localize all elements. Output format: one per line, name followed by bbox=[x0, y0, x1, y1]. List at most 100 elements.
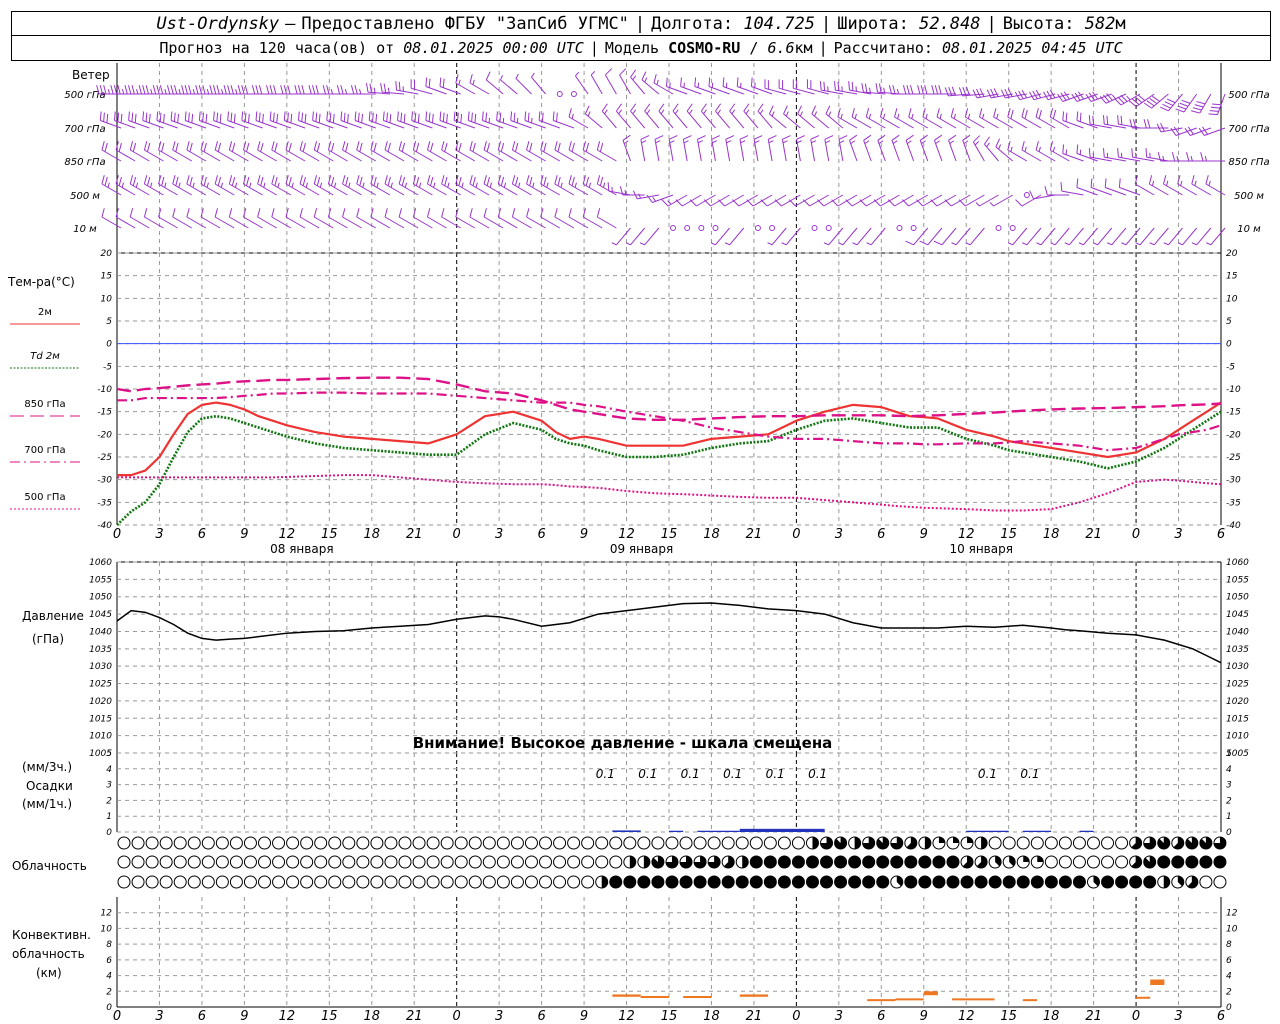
wind-barb bbox=[1117, 148, 1141, 162]
wind-barb-flag bbox=[931, 85, 935, 95]
cloud-fill-full bbox=[834, 856, 847, 868]
precip-ytick-left: 3 bbox=[106, 781, 112, 791]
temp-ytick-left: -20 bbox=[97, 430, 112, 440]
wind-barb bbox=[975, 194, 999, 207]
wind-barb bbox=[746, 194, 773, 207]
wind-barb-flag bbox=[546, 182, 549, 188]
wind-barb-flag bbox=[302, 176, 306, 186]
cloud-symbol bbox=[1086, 855, 1100, 869]
wind-barb-flag bbox=[683, 140, 689, 144]
cloud-circle bbox=[440, 836, 454, 850]
cloud-fill-full bbox=[1031, 876, 1044, 888]
wind-barb-flag bbox=[398, 208, 402, 218]
wind-barb bbox=[630, 69, 646, 95]
wind-barb-flag bbox=[1029, 190, 1034, 200]
wind-barb-flag bbox=[142, 111, 145, 121]
cloud-circle bbox=[482, 855, 496, 869]
cloud-symbol bbox=[1213, 855, 1227, 869]
wind-barb-flag bbox=[938, 85, 942, 95]
temp-ytick-left: 0 bbox=[106, 340, 112, 350]
wind-barb-flag bbox=[849, 134, 858, 141]
wind-barb-flag bbox=[641, 140, 647, 144]
cloud-circle bbox=[791, 836, 805, 850]
wind-barb-flag bbox=[442, 78, 445, 88]
conv-ytick-left: 8 bbox=[106, 940, 112, 950]
wind-barb-flag bbox=[661, 199, 669, 207]
cloud-circle bbox=[595, 855, 609, 869]
precip-ytick-right: 0 bbox=[1226, 828, 1232, 838]
wind-barb bbox=[615, 103, 631, 129]
wind-barb-flag bbox=[1131, 148, 1134, 158]
cloud-fill-full bbox=[609, 876, 622, 888]
conv-xtick: 15 bbox=[321, 1009, 338, 1024]
cloud-symbol bbox=[791, 875, 805, 889]
cloud-symbol bbox=[1016, 855, 1030, 869]
cloud-circle bbox=[272, 855, 286, 869]
cloud-symbol bbox=[581, 875, 595, 889]
wind-barb bbox=[797, 105, 815, 129]
wind-barb-flag bbox=[935, 140, 940, 145]
pressure-ytick-right: 1045 bbox=[1226, 610, 1249, 620]
temp-ytick-left: -25 bbox=[97, 453, 112, 463]
wind-barb-flag bbox=[668, 135, 678, 140]
cloud-fill-full bbox=[680, 876, 693, 888]
cloud-symbol bbox=[595, 875, 609, 889]
cloud-symbol bbox=[918, 836, 932, 850]
wind-barb bbox=[1143, 119, 1169, 129]
conv-ytick-left: 10 bbox=[101, 924, 113, 934]
wind-barb-flag bbox=[313, 141, 318, 151]
wind-barb-flag bbox=[680, 77, 682, 87]
cloud-circle bbox=[777, 836, 791, 850]
wind-barb-flag bbox=[892, 85, 896, 95]
cloud-symbol bbox=[496, 875, 510, 889]
wind-barb-flag bbox=[373, 87, 376, 93]
wind-barb-flag bbox=[217, 176, 222, 186]
wind-barb-flag bbox=[604, 109, 608, 115]
cloud-symbol bbox=[482, 855, 496, 869]
cloud-symbol bbox=[539, 855, 553, 869]
wind-barb-flag bbox=[712, 140, 717, 144]
cloud-symbol bbox=[637, 855, 651, 869]
temp-ytick-left: 5 bbox=[106, 317, 112, 327]
wind-barb-flag bbox=[979, 108, 983, 118]
wind-barb-flag bbox=[203, 176, 207, 186]
wind-barb bbox=[905, 134, 915, 162]
cloud-symbol bbox=[159, 875, 173, 889]
cloud-circle bbox=[412, 875, 426, 889]
wind-barb-flag bbox=[1035, 108, 1039, 118]
cloud-symbol bbox=[440, 836, 454, 850]
cloud-symbol bbox=[932, 875, 946, 889]
wind-barb-flag bbox=[838, 135, 848, 140]
wind-barb-flag bbox=[538, 111, 541, 121]
wind-barb-flag bbox=[145, 112, 148, 122]
conv-ytick-left: 12 bbox=[101, 909, 113, 919]
wind-barb-flag bbox=[472, 142, 476, 152]
pressure-ytick-left: 1020 bbox=[89, 697, 112, 707]
wind-barb-flag bbox=[404, 182, 408, 188]
cloud-circle bbox=[1101, 855, 1115, 869]
cloud-circle bbox=[454, 836, 468, 850]
wind-barb-flag bbox=[246, 176, 250, 186]
cloud-circle bbox=[735, 836, 749, 850]
cloud-circle bbox=[201, 836, 215, 850]
wind-barb-flag bbox=[299, 141, 303, 151]
temp-xtick: 0 bbox=[113, 527, 121, 542]
cloud-circle bbox=[300, 875, 314, 889]
wind-barb-flag bbox=[99, 111, 102, 121]
cloud-circle bbox=[201, 875, 215, 889]
wind-barb-flag bbox=[316, 142, 321, 152]
cloud-symbol bbox=[609, 855, 623, 869]
cloud-circle bbox=[370, 875, 384, 889]
wind-barb-flag bbox=[799, 111, 803, 117]
wind-barb-flag bbox=[425, 77, 428, 87]
wind-barb-flag bbox=[230, 112, 233, 122]
wind-barb-flag bbox=[967, 113, 971, 119]
cloud-circle bbox=[454, 875, 468, 889]
cloud-symbol bbox=[201, 855, 215, 869]
cloud-symbol bbox=[1002, 875, 1016, 889]
wind-barb-flag bbox=[178, 182, 181, 188]
wind-barb bbox=[531, 72, 546, 95]
cloud-symbol bbox=[145, 875, 159, 889]
conv-segment bbox=[1150, 979, 1165, 985]
wind-barb-flag bbox=[1118, 178, 1121, 188]
